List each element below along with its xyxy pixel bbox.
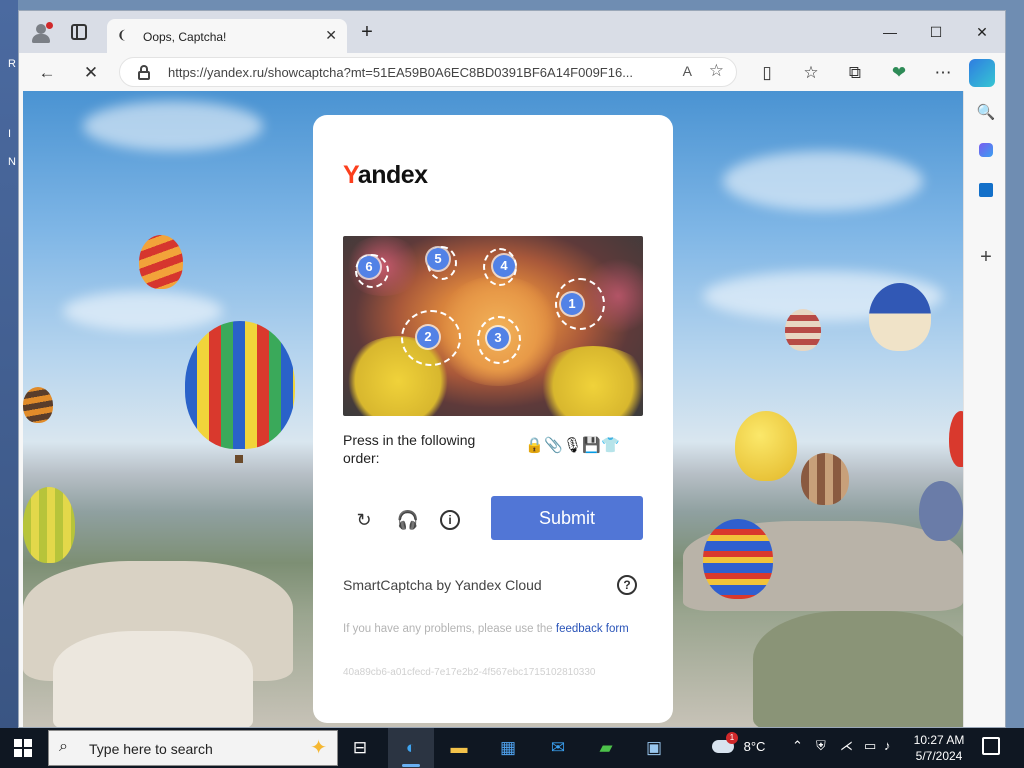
- close-window-button[interactable]: ✕: [959, 19, 1005, 45]
- balloon-image: [735, 411, 797, 481]
- problems-note: If you have any problems, please use the…: [343, 623, 629, 635]
- balloon-image: [801, 453, 849, 505]
- audio-captcha-icon[interactable]: 🎧: [395, 507, 421, 533]
- help-icon[interactable]: ?: [617, 575, 637, 595]
- floppy-disk-icon: 💾: [582, 437, 601, 454]
- browser-window: ❨ Oops, Captcha! ✕ + — ☐ ✕ ← ✕ https://y…: [18, 10, 1006, 728]
- feedback-form-link[interactable]: feedback form: [556, 623, 629, 635]
- smartcaptcha-brand: SmartCaptcha by Yandex Cloud: [343, 577, 542, 593]
- desktop-char: R: [8, 58, 16, 70]
- balloon-image: [703, 519, 773, 599]
- balloon-image: [919, 481, 963, 541]
- browser-essentials-icon[interactable]: ❤: [885, 59, 913, 87]
- collections-icon[interactable]: ⧉: [841, 59, 869, 87]
- desktop-edge: R I N: [0, 0, 18, 728]
- captcha-marker-4[interactable]: 4: [493, 255, 515, 277]
- back-button[interactable]: ←: [33, 59, 61, 87]
- volume-muted-icon[interactable]: ♪: [884, 738, 891, 753]
- weather-badge: 1: [726, 732, 738, 744]
- app-icon[interactable]: ▣: [640, 734, 668, 762]
- close-tab-icon[interactable]: ✕: [325, 27, 337, 44]
- desktop-char: I: [8, 128, 12, 140]
- store-icon[interactable]: ▦: [494, 734, 522, 762]
- maps-icon[interactable]: ▰: [592, 734, 620, 762]
- url-text[interactable]: https://yandex.ru/showcaptcha?mt=51EA59B…: [168, 65, 658, 80]
- balloon-image: [869, 283, 931, 351]
- mail-icon[interactable]: ✉: [544, 734, 572, 762]
- new-tab-button[interactable]: +: [355, 21, 379, 45]
- captcha-marker-1[interactable]: 1: [561, 293, 583, 315]
- target-order-icons: 🔒 📎 🎙 💾 👕: [525, 437, 625, 457]
- minimize-button[interactable]: —: [867, 19, 913, 45]
- captcha-token: 40a89cb6-a01cfecd-7e17e2b2-4f567ebc17151…: [343, 667, 596, 678]
- loading-icon: ❨: [117, 28, 128, 42]
- network-icon[interactable]: ⋌: [840, 738, 853, 754]
- weather-temp: 8°C: [743, 739, 766, 754]
- edge-sidebar: 🔍 +: [963, 91, 1005, 727]
- tshirt-icon: 👕: [601, 437, 620, 454]
- balloon-image: [23, 487, 75, 563]
- captcha-marker-3[interactable]: 3: [487, 327, 509, 349]
- add-sidebar-app-icon[interactable]: +: [974, 245, 998, 269]
- profile-icon[interactable]: [31, 22, 53, 43]
- favorites-icon[interactable]: ☆: [797, 59, 825, 87]
- tab-actions-icon[interactable]: [71, 24, 87, 40]
- tab-oops-captcha[interactable]: ❨ Oops, Captcha! ✕: [107, 19, 347, 53]
- balloon-image: [23, 387, 53, 423]
- task-view-icon[interactable]: ⊟: [346, 734, 374, 762]
- read-aloud-icon[interactable]: A: [683, 63, 692, 79]
- balloon-image: [139, 235, 183, 289]
- lock-icon: 🔒: [525, 437, 544, 454]
- defender-icon[interactable]: ⛨: [816, 738, 826, 754]
- captcha-marker-6[interactable]: 6: [358, 256, 380, 278]
- yandex-logo: Yandex: [343, 161, 428, 189]
- captcha-instruction: Press in the following order:: [343, 432, 476, 466]
- tab-title: Oops, Captcha!: [143, 30, 227, 44]
- split-screen-icon[interactable]: ▯: [753, 59, 781, 87]
- maximize-button[interactable]: ☐: [913, 19, 959, 45]
- edge-taskbar-icon[interactable]: ◐: [397, 734, 425, 762]
- page-background: Yandex 1 2 3 4 5 6 Press in the followin…: [23, 91, 963, 727]
- paperclip-icon: 📎: [544, 437, 563, 454]
- browser-toolbar: ← ✕ https://yandex.ru/showcaptcha?mt=51E…: [19, 53, 1005, 91]
- refresh-icon[interactable]: ↻: [351, 507, 377, 533]
- display-icon[interactable]: ▭: [864, 738, 876, 754]
- taskbar: ⌕ Type here to search ✦ ⊟ ◐ ▬ ▦ ✉ ▰ ▣ 1 …: [0, 728, 1024, 768]
- search-icon: ⌕: [59, 738, 68, 755]
- outlook-icon[interactable]: [974, 181, 998, 205]
- balloon-image: [185, 321, 295, 449]
- taskbar-search[interactable]: ⌕ Type here to search ✦: [48, 730, 338, 766]
- desktop-char: N: [8, 156, 16, 168]
- more-menu-icon[interactable]: ⋯: [929, 59, 957, 87]
- copilot-sidebar-icon[interactable]: [974, 141, 998, 165]
- copilot-icon[interactable]: [969, 59, 995, 87]
- captcha-marker-5[interactable]: 5: [427, 248, 449, 270]
- taskbar-clock[interactable]: 10:27 AM 5/7/2024: [906, 732, 972, 764]
- balloon-image: [949, 411, 963, 467]
- search-icon[interactable]: 🔍: [974, 101, 998, 125]
- microphone-icon: 🎙: [563, 437, 583, 454]
- search-highlight-icon: ✦: [310, 737, 327, 759]
- stop-loading-button[interactable]: ✕: [77, 59, 105, 87]
- tab-bar: ❨ Oops, Captcha! ✕ + — ☐ ✕: [19, 11, 1005, 53]
- file-explorer-icon[interactable]: ▬: [445, 734, 473, 762]
- weather-widget[interactable]: 1 8°C: [712, 732, 766, 754]
- captcha-card: Yandex 1 2 3 4 5 6 Press in the followin…: [313, 115, 673, 723]
- address-bar[interactable]: https://yandex.ru/showcaptcha?mt=51EA59B…: [119, 57, 737, 87]
- balloon-image: [785, 309, 821, 351]
- add-favorite-icon[interactable]: ☆: [709, 61, 724, 81]
- search-placeholder: Type here to search: [89, 741, 213, 757]
- notification-center-icon[interactable]: [982, 737, 1000, 755]
- captcha-marker-2[interactable]: 2: [417, 326, 439, 348]
- notification-dot: [46, 22, 53, 29]
- lock-icon[interactable]: [138, 65, 150, 80]
- captcha-image[interactable]: 1 2 3 4 5 6: [343, 236, 643, 416]
- start-button[interactable]: [14, 739, 32, 757]
- chevron-up-icon[interactable]: ⌃: [792, 738, 803, 754]
- info-icon[interactable]: i: [440, 510, 460, 530]
- submit-button[interactable]: Submit: [491, 496, 643, 540]
